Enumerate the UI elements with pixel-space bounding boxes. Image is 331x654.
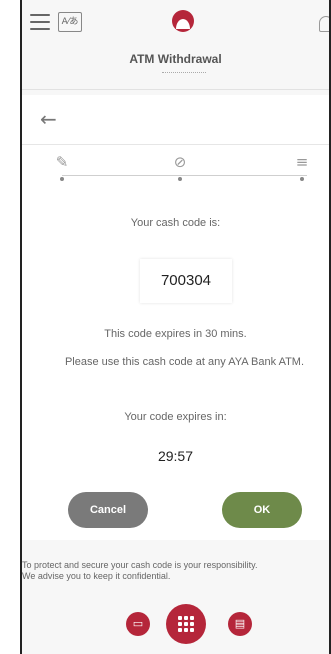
hamburger-menu-icon[interactable] bbox=[30, 14, 50, 30]
grid-menu-icon[interactable] bbox=[166, 604, 206, 644]
security-note-line2: We advise you to keep it confidential. bbox=[22, 571, 171, 581]
ok-button[interactable]: OK bbox=[222, 492, 302, 528]
pencil-icon: ✎ bbox=[55, 153, 69, 171]
cancel-button[interactable]: Cancel bbox=[68, 492, 148, 528]
translate-icon[interactable]: A⁄あ bbox=[58, 12, 82, 32]
cash-code-label: Your cash code is: bbox=[130, 217, 221, 229]
bell-icon[interactable] bbox=[319, 16, 329, 32]
step-list: ≡ bbox=[292, 153, 312, 181]
check-circle-icon: ⊘ bbox=[173, 153, 187, 171]
document-icon[interactable]: ▤ bbox=[228, 612, 252, 636]
countdown-timer: 29:57 bbox=[157, 448, 194, 464]
cash-code-value: 700304 bbox=[140, 259, 232, 303]
title-underline bbox=[162, 72, 206, 73]
security-note-line1: To protect and secure your cash code is … bbox=[22, 560, 258, 570]
bottom-action-row: ▭ ▤ bbox=[22, 604, 329, 644]
instruction-text: Please use this cash code at any AYA Ban… bbox=[64, 356, 305, 368]
page-title: ATM Withdrawal bbox=[129, 52, 222, 66]
expiry-note: This code expires in 30 mins. bbox=[104, 328, 247, 340]
list-arrow-icon: ≡ bbox=[295, 153, 309, 171]
back-bar: ← bbox=[22, 95, 329, 145]
bank-logo bbox=[172, 10, 194, 32]
step-dot bbox=[60, 177, 64, 181]
arrow-left-icon[interactable]: ← bbox=[40, 109, 57, 129]
phone-frame: A⁄あ ATM Withdrawal ← ✎ ⊘ ≡ Your cash cod… bbox=[20, 0, 331, 654]
step-check: ⊘ bbox=[170, 153, 190, 181]
countdown-label: Your code expires in: bbox=[124, 411, 227, 423]
security-note: To protect and secure your cash code is … bbox=[22, 560, 329, 582]
cash-code-panel: Your cash code is: 700304 This code expi… bbox=[22, 195, 329, 540]
card-icon[interactable]: ▭ bbox=[126, 612, 150, 636]
step-dot bbox=[178, 177, 182, 181]
step-pencil: ✎ bbox=[52, 153, 72, 181]
app-header: A⁄あ ATM Withdrawal bbox=[22, 0, 329, 90]
progress-stepper: ✎ ⊘ ≡ bbox=[22, 145, 329, 195]
step-dot bbox=[300, 177, 304, 181]
